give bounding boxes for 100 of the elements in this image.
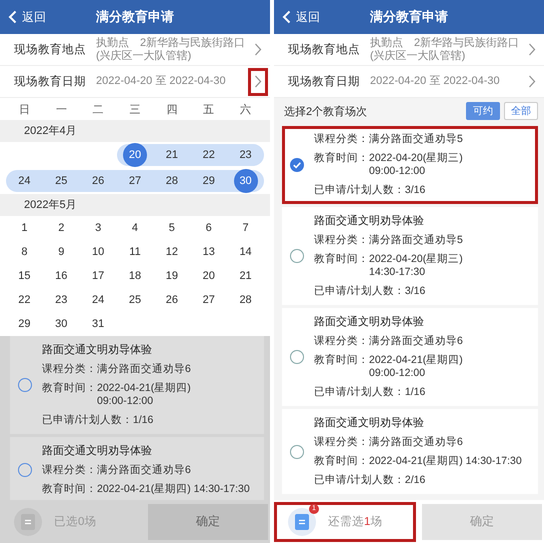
- calendar-day[interactable]: 30: [234, 169, 258, 193]
- calendar-day[interactable]: 11: [122, 240, 147, 264]
- selection-status: 已选0场: [54, 514, 96, 529]
- calendar-day[interactable]: 18: [122, 264, 147, 288]
- calendar-day[interactable]: 10: [86, 240, 110, 264]
- radio-button[interactable]: [18, 463, 32, 477]
- field-label: 现场教育地点: [288, 42, 361, 57]
- chevron-right-icon[interactable]: [248, 68, 268, 96]
- info-value: 3/16: [404, 184, 426, 197]
- calendar-day[interactable]: 6: [196, 216, 221, 240]
- list-icon: [21, 514, 35, 530]
- calendar-day[interactable]: 19: [160, 264, 184, 288]
- radio-button[interactable]: [290, 444, 304, 458]
- calendar-day[interactable]: 21: [234, 264, 258, 288]
- info-label: 课程分类：: [314, 335, 369, 348]
- info-label: 教育时间：: [314, 354, 369, 368]
- radio-button[interactable]: [290, 158, 304, 172]
- session-title: 路面交通文明劝导体验: [314, 416, 425, 431]
- calendar-day[interactable]: 3: [86, 216, 110, 240]
- info-value: 满分路面交通劝导6: [97, 464, 191, 477]
- calendar-day[interactable]: 5: [160, 216, 184, 240]
- selection-status: 还需选1场: [328, 514, 382, 529]
- back-button[interactable]: 返回: [274, 8, 320, 26]
- info-value: 1/16: [132, 414, 154, 427]
- info-value: 2022-04-20(星期三) 14:30-17:30: [369, 253, 463, 279]
- calendar-day[interactable]: 7: [234, 216, 258, 240]
- calendar-day[interactable]: 2: [49, 216, 74, 240]
- field-value: 2022-04-20 至 2022-04-30: [370, 75, 501, 88]
- session-title: 路面交通文明劝导体验: [42, 342, 153, 358]
- calendar-day[interactable]: 23: [49, 288, 74, 312]
- info-label: 课程分类：: [314, 133, 369, 146]
- radio-button[interactable]: [18, 378, 32, 392]
- month-header: 2022年4月: [0, 120, 270, 142]
- field-value: 2022-04-20 至 2022-04-30: [96, 75, 227, 88]
- info-value: 3/16: [404, 285, 426, 298]
- weekday-label: 五: [202, 102, 216, 116]
- session-card[interactable]: 路面交通文明劝导体验 课程分类：满分路面交通劝导6 教育时间：2022-04-21(星期四) 09:00-12:00 已申请/计划人数：1/16: [282, 308, 538, 406]
- calendar-day[interactable]: 9: [49, 240, 74, 264]
- weekday-label: 六: [239, 102, 252, 116]
- weekday-label: 四: [165, 102, 178, 116]
- field-value: 执勤点 2新华路与民族街路口 (兴庆区一大队管辖): [370, 36, 520, 62]
- calendar-day[interactable]: 8: [12, 240, 36, 264]
- icon-button[interactable]: [14, 508, 42, 536]
- session-card[interactable]: 路面交通文明劝导体验 课程分类：满分路面交通劝导6 教育时间：2022-04-21(星期四) 14:30-17:30: [10, 437, 264, 500]
- page-title: 满分教育申请: [95, 8, 175, 26]
- month-header: 2022年5月: [0, 194, 270, 216]
- weekday-label: 二: [92, 102, 105, 116]
- weekday-label: 三: [128, 102, 142, 116]
- calendar-day[interactable]: 20: [122, 143, 147, 167]
- info-value: 满分路面交通劝导5: [369, 234, 463, 247]
- session-card[interactable]: 课程分类：满分路面交通劝导5 教育时间：2022-04-20(星期三) 09:00-12:00 已申请/计划人数：3/16: [282, 126, 538, 204]
- calendar-day[interactable]: 25: [122, 288, 147, 312]
- info-label: 教育时间：: [42, 483, 97, 496]
- calendar-day[interactable]: 30: [49, 312, 74, 336]
- info-label: 课程分类：: [314, 436, 369, 449]
- session-card[interactable]: 路面交通文明劝导体验 课程分类：满分路面交通劝导5 教育时间：2022-04-20(星期三) 14:30-17:30 已申请/计划人数：3/16: [282, 207, 538, 305]
- calendar-day[interactable]: 31: [86, 312, 110, 336]
- info-value: 满分路面交通劝导5: [369, 133, 463, 146]
- info-label: 课程分类：: [42, 464, 97, 477]
- info-value: 2/16: [404, 474, 426, 487]
- calendar-day[interactable]: 16: [49, 264, 74, 288]
- calendar-day[interactable]: 1: [12, 216, 36, 240]
- session-card[interactable]: 路面交通文明劝导体验 课程分类：满分路面交通劝导6 教育时间：2022-04-21(星期四) 14:30-17:30 已申请/计划人数：2/16: [282, 409, 538, 494]
- info-label: 已申请/计划人数：: [314, 184, 405, 197]
- info-value: 满分路面交通劝导6: [369, 335, 463, 348]
- calendar-day[interactable]: 22: [12, 288, 36, 312]
- calendar-day[interactable]: 26: [160, 288, 184, 312]
- weekday-label: 日: [18, 102, 31, 116]
- session-title: 路面交通文明劝导体验: [314, 314, 425, 330]
- form-row[interactable]: 现场教育日期 2022-04-20 至 2022-04-30: [0, 66, 270, 98]
- info-value: 满分路面交通劝导6: [369, 436, 463, 449]
- info-label: 已申请/计划人数：: [314, 285, 405, 298]
- info-value: 满分路面交通劝导6: [97, 363, 191, 376]
- radio-button[interactable]: [290, 350, 304, 364]
- calendar-day[interactable]: 29: [12, 312, 36, 336]
- calendar-day[interactable]: 20: [196, 264, 221, 288]
- field-label: 现场教育地点: [14, 42, 87, 57]
- calendar-day[interactable]: 4: [122, 216, 147, 240]
- section-title: 选择2个教育场次: [284, 104, 368, 118]
- filter-button[interactable]: 全部: [504, 102, 538, 120]
- back-button[interactable]: 返回: [0, 8, 46, 26]
- calendar-day[interactable]: 13: [196, 240, 221, 264]
- radio-button[interactable]: [290, 249, 304, 263]
- session-title: 路面交通文明劝导体验: [314, 214, 425, 229]
- info-label: 教育时间：: [314, 253, 369, 267]
- form-row[interactable]: 现场教育日期 2022-04-20 至 2022-04-30: [274, 66, 544, 98]
- calendar-day[interactable]: 12: [160, 240, 184, 264]
- calendar-day[interactable]: 14: [234, 240, 258, 264]
- info-label: 课程分类：: [42, 363, 97, 376]
- info-label: 已申请/计划人数：: [314, 474, 405, 487]
- info-value: 2022-04-21(星期四) 09:00-12:00: [369, 354, 463, 380]
- calendar-day[interactable]: 24: [86, 288, 110, 312]
- session-card[interactable]: 路面交通文明劝导体验 课程分类：满分路面交通劝导6 教育时间：2022-04-21(星期四) 09:00-12:00 已申请/计划人数：1/16: [10, 336, 264, 434]
- calendar-day[interactable]: 15: [12, 264, 36, 288]
- field-value: 执勤点 2新华路与民族街路口 (兴庆区一大队管辖): [96, 36, 246, 62]
- calendar-day[interactable]: 17: [86, 264, 110, 288]
- calendar-day[interactable]: 28: [234, 288, 258, 312]
- chevron-left-icon: [8, 10, 17, 24]
- calendar-day[interactable]: 27: [196, 288, 221, 312]
- info-label: 教育时间：: [314, 152, 369, 166]
